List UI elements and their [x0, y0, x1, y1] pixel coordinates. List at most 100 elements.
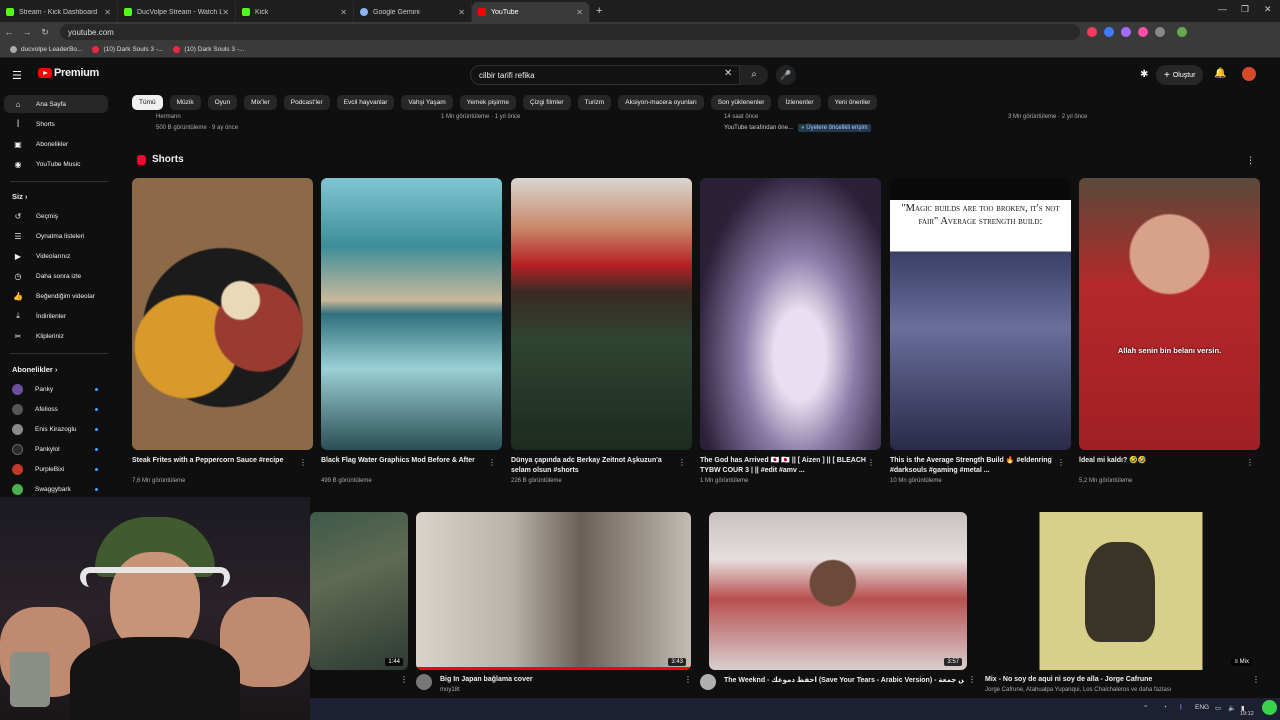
- more-options-icon[interactable]: ⋮: [678, 458, 686, 467]
- chip[interactable]: Evcil hayvanlar: [336, 95, 395, 110]
- video-title[interactable]: Mix - No soy de aqui ni soy de alla - Jo…: [985, 676, 1152, 683]
- bluetooth-icon[interactable]: ᛒ: [1179, 704, 1183, 711]
- sidebar-item-subscription[interactable]: Enis Kirazoglu: [4, 420, 108, 438]
- more-options-icon[interactable]: ⋮: [488, 458, 496, 467]
- extension-icon[interactable]: [1138, 27, 1148, 37]
- short-card[interactable]: The God has Arrived 🇯🇵 🇯🇵 || [ Aizen ] |…: [700, 178, 881, 484]
- short-card[interactable]: "Magic builds are too broken, it's not f…: [890, 178, 1071, 484]
- short-thumbnail[interactable]: "Magic builds are too broken, it's not f…: [890, 178, 1071, 450]
- sidebar-item-home[interactable]: ⌂ Ana Sayfa: [4, 95, 108, 113]
- more-options-icon[interactable]: ⋮: [867, 458, 875, 467]
- video-channel[interactable]: moy18t: [440, 687, 460, 693]
- more-options-icon[interactable]: ⋮: [1252, 675, 1260, 684]
- upload-settings-icon[interactable]: ✱: [1140, 69, 1148, 80]
- chip[interactable]: Vahşi Yaşam: [401, 95, 453, 110]
- short-title[interactable]: İdeal mi kaldı? 🤣🤣: [1079, 456, 1245, 476]
- chevron-up-icon[interactable]: ⌃: [1143, 704, 1148, 712]
- close-icon[interactable]: ✕: [104, 8, 111, 17]
- back-icon[interactable]: ←: [0, 27, 18, 37]
- chip[interactable]: Turizm: [577, 95, 612, 110]
- chip[interactable]: Oyun: [207, 95, 238, 110]
- video-thumbnail[interactable]: 1:44: [310, 512, 408, 670]
- short-card[interactable]: Black Flag Water Graphics Mod Before & A…: [321, 178, 502, 484]
- search-input[interactable]: cilbir tarifi refika: [470, 65, 740, 85]
- channel-avatar[interactable]: [700, 674, 716, 690]
- browser-tab[interactable]: Stream - Kick Dashboard ✕: [0, 2, 118, 22]
- short-thumbnail[interactable]: [132, 178, 313, 450]
- more-options-icon[interactable]: ⋮: [400, 675, 408, 684]
- extension-icon[interactable]: [1121, 27, 1131, 37]
- short-card[interactable]: Steak Frites with a Peppercorn Sauce #re…: [132, 178, 313, 484]
- video-title[interactable]: Big In Japan bağlama cover: [440, 676, 533, 683]
- forward-icon[interactable]: →: [18, 27, 36, 37]
- create-button[interactable]: + Oluştur: [1156, 65, 1204, 85]
- youtube-logo[interactable]: Premium: [36, 67, 99, 79]
- clear-search-icon[interactable]: ✕: [724, 68, 732, 79]
- short-title[interactable]: The God has Arrived 🇯🇵 🇯🇵 || [ Aizen ] |…: [700, 456, 866, 476]
- short-title[interactable]: Black Flag Water Graphics Mod Before & A…: [321, 456, 487, 476]
- short-title[interactable]: Steak Frites with a Peppercorn Sauce #re…: [132, 456, 298, 476]
- restore-icon[interactable]: ❐: [1241, 4, 1249, 15]
- close-icon[interactable]: ✕: [576, 8, 583, 17]
- short-thumbnail[interactable]: Allah senin bin belanı versin.: [1079, 178, 1260, 450]
- video-channel[interactable]: Hermann: [156, 114, 181, 120]
- url-field[interactable]: youtube.com: [60, 24, 1080, 40]
- sidebar-item-subscription[interactable]: Panky: [4, 380, 108, 398]
- video-thumbnail[interactable]: 3:43: [416, 512, 691, 670]
- close-icon[interactable]: ✕: [222, 8, 229, 17]
- volume-icon[interactable]: 🔈: [1228, 704, 1236, 712]
- sidebar-item-shorts[interactable]: ꟾ Shorts: [4, 115, 108, 133]
- sidebar-item-clips[interactable]: ✂ Klipleriniz: [4, 327, 108, 345]
- short-title[interactable]: Dünya çapında adc Berkay Zeitnot Aşkuzun…: [511, 456, 677, 476]
- search-button[interactable]: ⌕: [740, 65, 768, 85]
- chip[interactable]: Son yüklenenler: [710, 95, 772, 110]
- short-card[interactable]: Dünya çapında adc Berkay Zeitnot Aşkuzun…: [511, 178, 692, 484]
- more-options-icon[interactable]: ⋮: [299, 458, 307, 467]
- browser-tab[interactable]: Kick ✕: [236, 2, 354, 22]
- language-indicator[interactable]: ENG: [1195, 704, 1209, 711]
- short-thumbnail[interactable]: [511, 178, 692, 450]
- reload-icon[interactable]: ↻: [36, 27, 54, 38]
- account-avatar[interactable]: [1242, 67, 1256, 81]
- sidebar-item-subscription[interactable]: PurpleBixi: [4, 460, 108, 478]
- microphone-icon[interactable]: 🎤: [776, 65, 796, 85]
- video-channel[interactable]: Jorge Cafrune, Atahualpa Yupanqui, Los C…: [985, 687, 1171, 693]
- video-thumbnail[interactable]: ≡ Mix: [985, 512, 1257, 670]
- profile-avatar-icon[interactable]: [1177, 27, 1187, 37]
- short-card[interactable]: Allah senin bin belanı versin. İdeal mi …: [1079, 178, 1260, 484]
- you-heading[interactable]: Siz ›: [12, 192, 27, 201]
- chip[interactable]: Aksiyon-macera oyunları: [618, 95, 704, 110]
- more-options-icon[interactable]: ⋮: [1057, 458, 1065, 467]
- window-close-icon[interactable]: ✕: [1264, 4, 1272, 15]
- sidebar-item-subscriptions[interactable]: ▣ Abonelikler: [4, 135, 108, 153]
- bookmark-item[interactable]: ducvolpe LeaderBo...: [10, 46, 82, 53]
- wifi-icon[interactable]: ◔: [1163, 704, 1167, 711]
- short-thumbnail[interactable]: [321, 178, 502, 450]
- notification-avatar[interactable]: [1262, 700, 1277, 715]
- browser-tab[interactable]: Google Gemini ✕: [354, 2, 472, 22]
- sidebar-item-subscription[interactable]: Pankylol: [4, 440, 108, 458]
- notifications-bell-icon[interactable]: 🔔: [1214, 68, 1226, 79]
- sidebar-item-history[interactable]: ↺ Geçmiş: [4, 207, 108, 225]
- new-tab-icon[interactable]: +: [596, 5, 610, 17]
- video-title[interactable]: The Weeknd - احفظ دموعك (Save Your Tears…: [724, 676, 964, 684]
- sidebar-item-subscription[interactable]: Afelioss: [4, 400, 108, 418]
- close-icon[interactable]: ✕: [458, 8, 465, 17]
- bookmark-item[interactable]: (10) Dark Souls 3 -...: [92, 46, 163, 53]
- more-options-icon[interactable]: ⋮: [968, 675, 976, 684]
- sidebar-item-your-videos[interactable]: ▶ Videolarınız: [4, 247, 108, 265]
- browser-tab-active[interactable]: YouTube ✕: [472, 2, 590, 22]
- chip[interactable]: İzlenenler: [778, 95, 821, 110]
- channel-avatar[interactable]: [416, 674, 432, 690]
- more-options-icon[interactable]: ⋮: [684, 675, 692, 684]
- sidebar-item-downloads[interactable]: ⤓ İndirilenler: [4, 307, 108, 325]
- sidebar-item-watch-later[interactable]: ◷ Daha sonra izle: [4, 267, 108, 285]
- chip[interactable]: Tümü: [132, 95, 163, 110]
- more-options-icon[interactable]: ⋮: [1246, 155, 1255, 166]
- short-title[interactable]: This is the Average Strength Build 🔥 #el…: [890, 456, 1056, 476]
- chip[interactable]: Çizgi filmler: [523, 95, 571, 110]
- sidebar-item-liked-videos[interactable]: 👍 Beğendiğim videolar: [4, 287, 108, 305]
- more-options-icon[interactable]: ⋮: [1246, 458, 1254, 467]
- sidebar-item-subscription[interactable]: Swaggybark: [4, 480, 108, 498]
- chip[interactable]: Podcast'ler: [283, 95, 330, 110]
